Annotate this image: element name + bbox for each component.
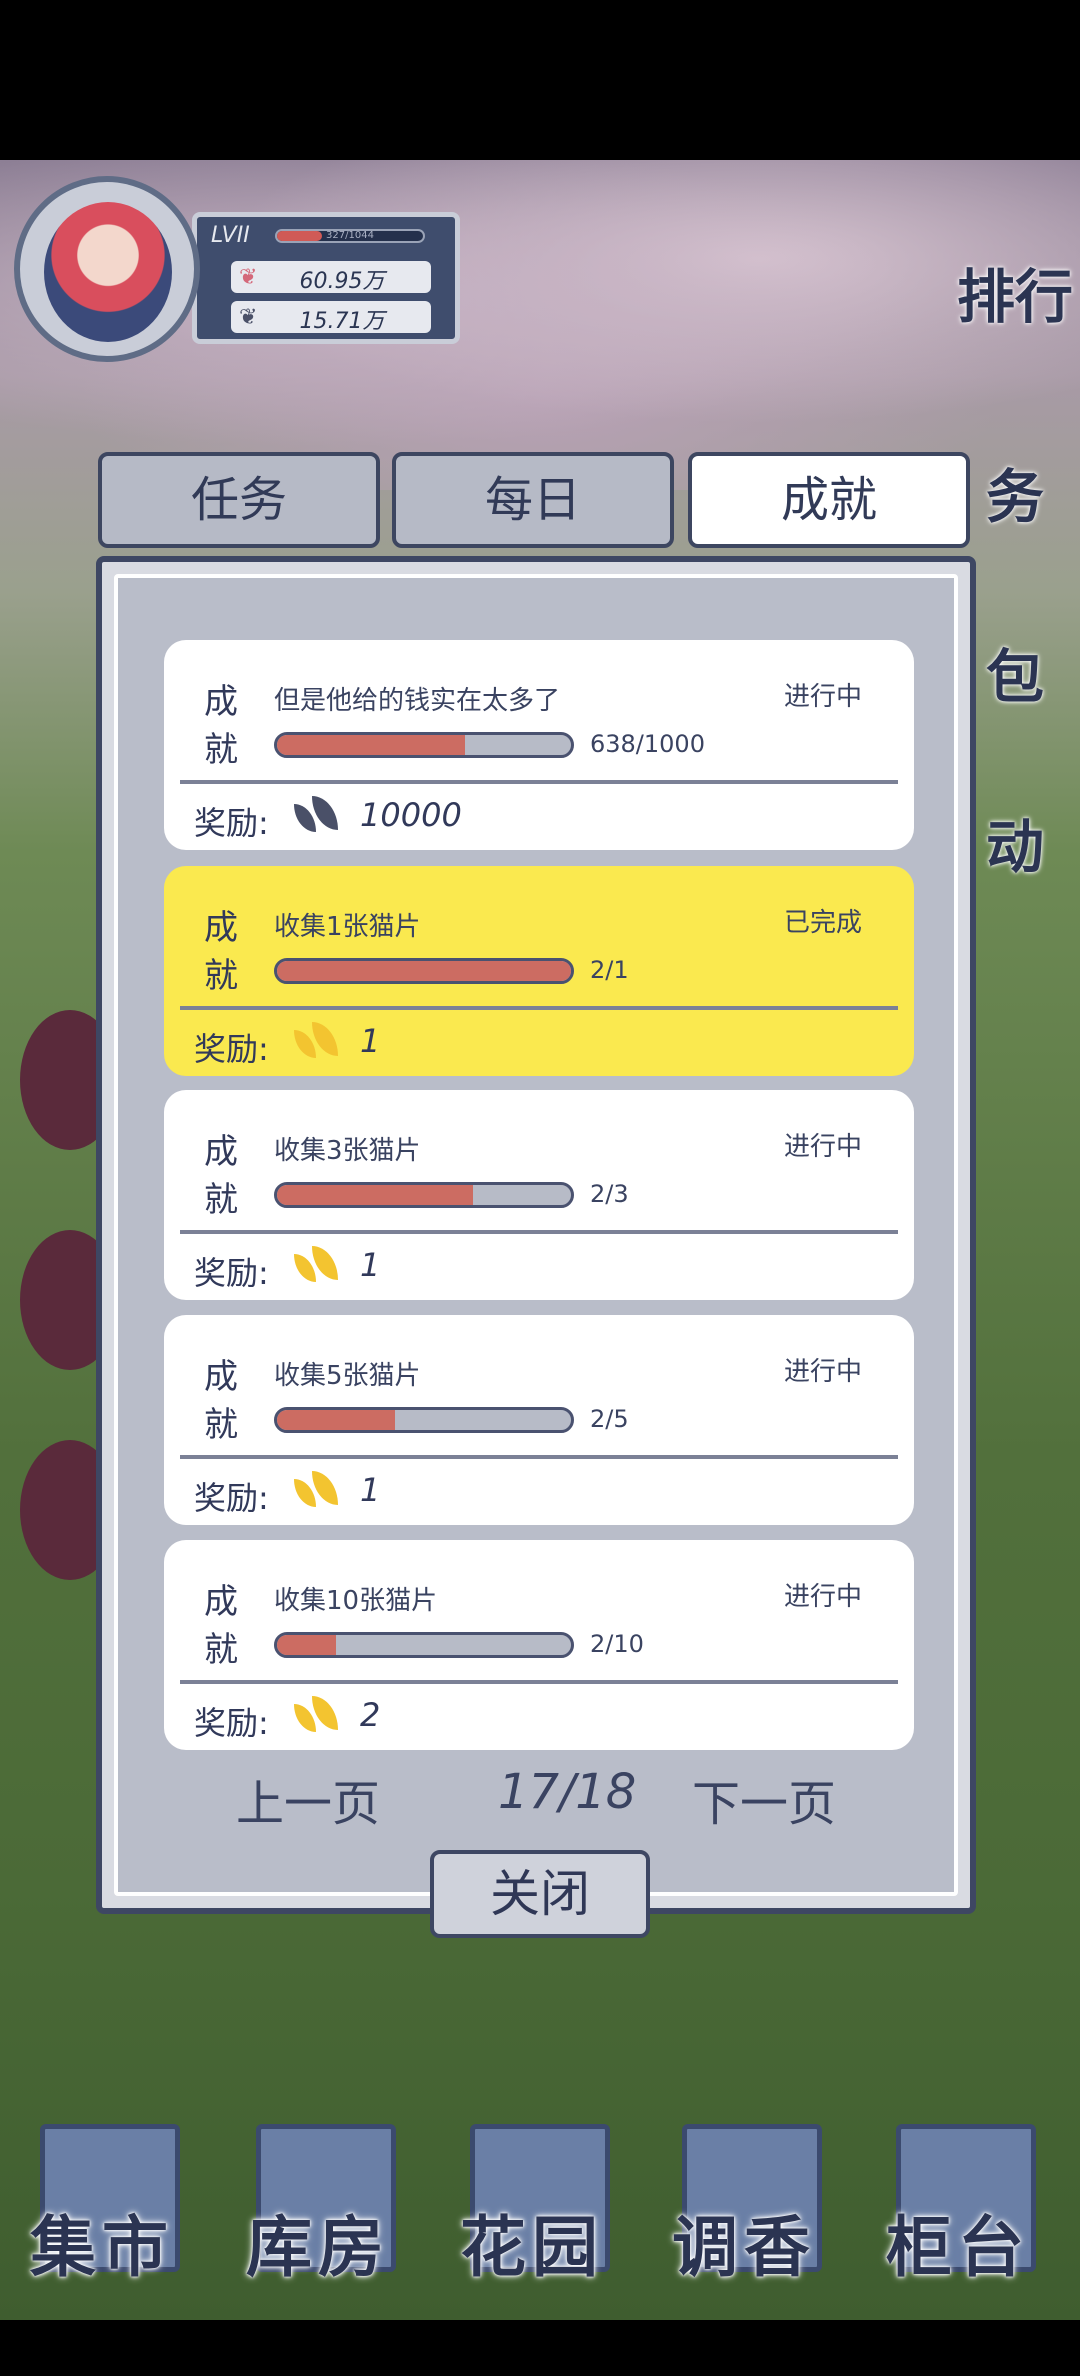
nav-label: 花园 — [460, 2209, 604, 2286]
achievement-progress-text: 638/1000 — [590, 730, 705, 758]
achievement-card[interactable]: 成就 收集1张猫片 已完成 2/1 奖励: 1 — [164, 866, 914, 1076]
currency-leaves: ❦ 15.71万 — [231, 301, 431, 334]
dark-leaf-icon: ❦ — [239, 305, 258, 330]
avatar — [44, 202, 172, 342]
progress-fill — [277, 1410, 395, 1430]
achievement-title: 收集5张猫片 — [274, 1361, 421, 1391]
achievement-title: 但是他给的钱实在太多了 — [274, 686, 561, 716]
reward-label: 奖励: — [194, 804, 269, 842]
tab-achievements[interactable]: 成就 — [688, 452, 970, 548]
currency-petals: ❦ 60.95万 — [231, 261, 431, 294]
dark-leaf-icon — [292, 792, 346, 836]
nav-label: 调香 — [672, 2209, 816, 2286]
achievement-status: 已完成 — [783, 908, 862, 938]
ranking-button[interactable]: 排行 — [950, 250, 1080, 334]
achievement-title: 收集3张猫片 — [274, 1136, 421, 1166]
achievement-title: 收集1张猫片 — [274, 912, 421, 942]
achievement-card[interactable]: 成就 收集5张猫片 进行中 2/5 奖励: 1 — [164, 1315, 914, 1525]
player-info-panel[interactable]: LVII 327/1044 ❦ 60.95万 ❦ 15.71万 — [14, 176, 470, 362]
achievement-progress-bar — [274, 958, 574, 984]
achievement-progress-text: 2/5 — [590, 1405, 629, 1433]
reward-label: 奖励: — [194, 1704, 269, 1742]
achievement-progress-bar — [274, 732, 574, 758]
divider — [180, 1680, 898, 1684]
achievement-status: 进行中 — [783, 1357, 862, 1387]
reward-label: 奖励: — [194, 1479, 269, 1517]
nav-label: 柜台 — [886, 2209, 1030, 2286]
gold-leaf-icon — [292, 1467, 346, 1511]
nav-market[interactable]: 集市 — [30, 2124, 190, 2286]
progress-fill — [277, 1185, 474, 1205]
reward-label: 奖励: — [194, 1030, 269, 1068]
avatar-frame[interactable] — [14, 176, 200, 362]
player-level: LVII — [211, 223, 250, 248]
progress-fill — [277, 1635, 336, 1655]
next-page-button[interactable]: 下一页 — [692, 1764, 836, 1834]
achievement-card[interactable]: 成就 但是他给的钱实在太多了 进行中 638/1000 奖励: 10000 — [164, 640, 914, 850]
nav-garden[interactable]: 花园 — [460, 2124, 620, 2286]
progress-fill — [277, 961, 571, 981]
pink-petal-icon: ❦ — [239, 265, 258, 290]
divider — [180, 1006, 898, 1010]
close-button[interactable]: 关闭 — [430, 1850, 650, 1938]
achievement-kind: 成就 — [204, 1582, 238, 1670]
reward-amount: 1 — [360, 1471, 381, 1509]
reward-amount: 2 — [360, 1696, 381, 1734]
achievement-title: 收集10张猫片 — [274, 1586, 438, 1616]
progress-fill — [277, 735, 465, 755]
nav-label: 库房 — [246, 2209, 390, 2286]
achievement-card[interactable]: 成就 收集10张猫片 进行中 2/10 奖励: 2 — [164, 1540, 914, 1750]
tab-tasks[interactable]: 任务 — [98, 452, 380, 548]
achievement-progress-text: 2/10 — [590, 1630, 644, 1658]
prev-page-button[interactable]: 上一页 — [236, 1764, 380, 1834]
achievement-progress-bar — [274, 1182, 574, 1208]
exp-text: 327/1044 — [326, 230, 374, 241]
divider — [180, 780, 898, 784]
divider — [180, 1455, 898, 1459]
player-stats: LVII 327/1044 ❦ 60.95万 ❦ 15.71万 — [192, 212, 460, 344]
achievement-kind: 成就 — [204, 682, 238, 770]
achievement-progress-bar — [274, 1632, 574, 1658]
achievement-progress-text: 2/3 — [590, 1180, 629, 1208]
gold-leaf-icon — [292, 1692, 346, 1736]
achievement-status: 进行中 — [783, 682, 862, 712]
bottom-bar — [0, 2320, 1080, 2376]
achievement-status: 进行中 — [783, 1582, 862, 1612]
achievement-card[interactable]: 成就 收集3张猫片 进行中 2/3 奖励: 1 — [164, 1090, 914, 1300]
reward-amount: 10000 — [360, 796, 462, 834]
pager: 上一页 17/18 下一页 — [96, 1764, 976, 1844]
currency-value: 60.95万 — [299, 269, 385, 294]
reward-amount: 1 — [360, 1246, 381, 1284]
page-indicator: 17/18 — [498, 1764, 637, 1820]
gold-leaf-icon — [292, 1018, 346, 1062]
achievement-kind: 成就 — [204, 1357, 238, 1445]
achievement-kind: 成就 — [204, 908, 238, 996]
reward-label: 奖励: — [194, 1254, 269, 1292]
achievement-status: 进行中 — [783, 1132, 862, 1162]
nav-perfume[interactable]: 调香 — [672, 2124, 832, 2286]
tab-daily[interactable]: 每日 — [392, 452, 674, 548]
nav-counter[interactable]: 柜台 — [886, 2124, 1046, 2286]
reward-amount: 1 — [360, 1022, 381, 1060]
achievement-progress-bar — [274, 1407, 574, 1433]
achievement-kind: 成就 — [204, 1132, 238, 1220]
divider — [180, 1230, 898, 1234]
exp-bar: 327/1044 — [275, 229, 425, 243]
gold-leaf-icon — [292, 1242, 346, 1286]
nav-warehouse[interactable]: 库房 — [246, 2124, 406, 2286]
currency-value: 15.71万 — [299, 309, 385, 334]
nav-label: 集市 — [30, 2209, 174, 2286]
achievement-progress-text: 2/1 — [590, 956, 629, 984]
